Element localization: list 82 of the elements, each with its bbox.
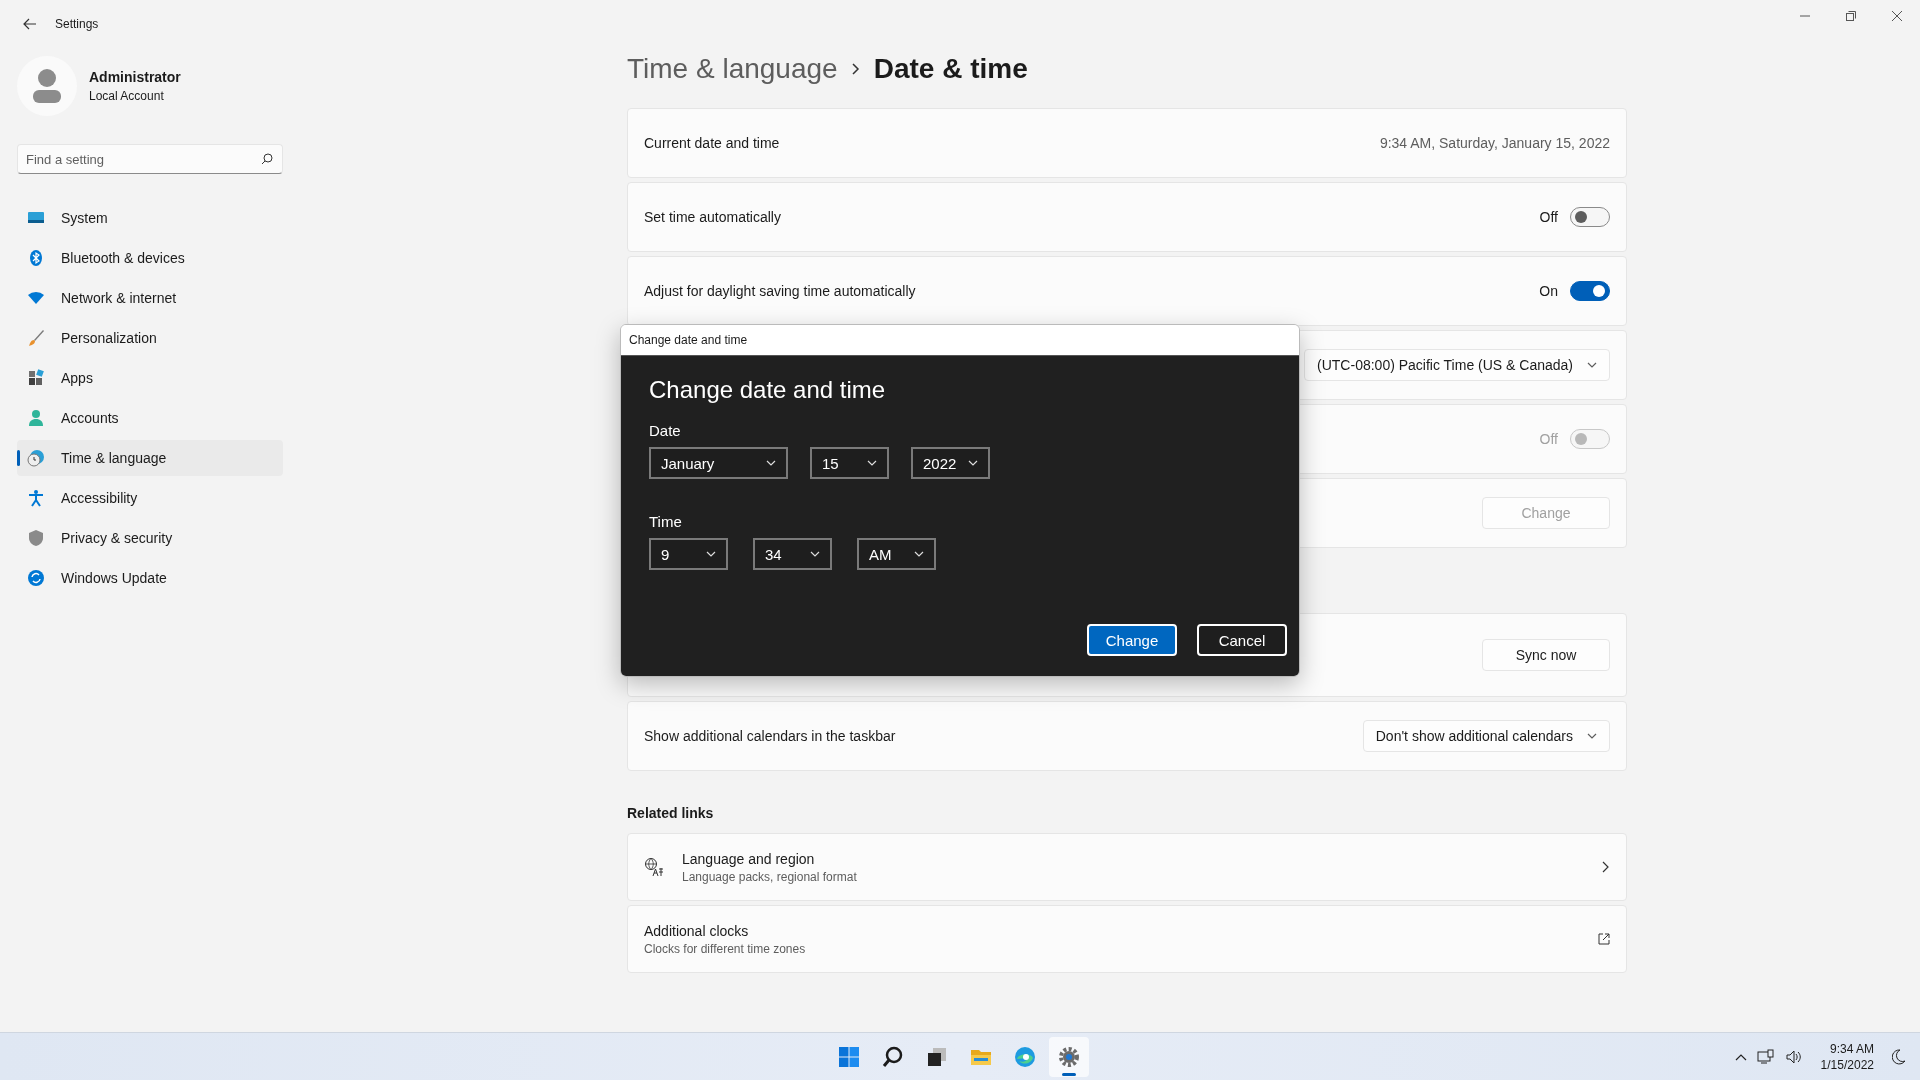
brush-icon bbox=[27, 329, 45, 347]
breadcrumb-parent[interactable]: Time & language bbox=[627, 53, 838, 85]
speaker-icon[interactable] bbox=[1784, 1048, 1803, 1065]
setting-label: Current date and time bbox=[644, 135, 780, 151]
taskbar-clock[interactable]: 9:34 AM 1/15/2022 bbox=[1820, 1041, 1874, 1072]
setting-label: Adjust for daylight saving time automatically bbox=[644, 283, 916, 299]
nav-item[interactable]: Windows Update bbox=[17, 560, 283, 596]
network-icon[interactable] bbox=[1756, 1048, 1775, 1065]
dropdown[interactable]: (UTC-08:00) Pacific Time (US & Canada) bbox=[1304, 349, 1610, 381]
chevron-down-icon bbox=[1587, 733, 1597, 739]
accessibility-icon bbox=[27, 489, 45, 507]
gear-icon bbox=[1057, 1044, 1081, 1069]
toggle-state-text: On bbox=[1539, 283, 1558, 299]
date-select[interactable]: 15 bbox=[810, 447, 889, 479]
restore-icon bbox=[1846, 11, 1856, 21]
account-type: Local Account bbox=[89, 89, 165, 103]
link-card[interactable]: Additional clocks Clocks for different time zones bbox=[627, 905, 1627, 973]
link-title: Language and region bbox=[682, 850, 816, 867]
time-select[interactable]: 9 bbox=[649, 538, 728, 570]
chevron-down-icon bbox=[810, 551, 820, 557]
update-icon bbox=[27, 569, 45, 587]
apps-icon bbox=[27, 369, 45, 387]
toggle-switch[interactable] bbox=[1570, 207, 1610, 227]
chevron-right-icon bbox=[1602, 861, 1610, 873]
search-icon bbox=[881, 1044, 905, 1069]
nav-item[interactable]: System bbox=[17, 200, 283, 236]
toggle-state-text: Off bbox=[1539, 209, 1558, 225]
person-icon bbox=[27, 409, 45, 427]
dialog-heading: Change date and time bbox=[649, 376, 887, 404]
link-title: Additional clocks bbox=[644, 922, 750, 939]
section-heading: Related links bbox=[627, 805, 715, 821]
nav-item[interactable]: Personalization bbox=[17, 320, 283, 356]
language-icon bbox=[644, 857, 664, 877]
search-field[interactable]: Find a setting bbox=[17, 144, 283, 174]
chevron-down-icon bbox=[867, 460, 877, 466]
moon-icon[interactable] bbox=[1892, 1048, 1906, 1065]
link-subtitle: Language packs, regional format bbox=[682, 869, 858, 884]
back-arrow-icon[interactable] bbox=[23, 18, 37, 30]
setting-label: Show additional calendars in the taskbar bbox=[644, 728, 896, 744]
link-subtitle: Clocks for different time zones bbox=[644, 941, 807, 956]
nav-item[interactable]: Network & internet bbox=[17, 280, 283, 316]
bluetooth-icon bbox=[27, 249, 45, 267]
nav-item[interactable]: Accessibility bbox=[17, 480, 283, 516]
minimize-icon bbox=[1800, 15, 1810, 17]
chevron-down-icon bbox=[914, 551, 924, 557]
shield-icon bbox=[27, 529, 45, 547]
account-name: Administrator bbox=[89, 69, 181, 85]
globe-clock-icon bbox=[27, 449, 45, 467]
time-select[interactable]: AM bbox=[857, 538, 936, 570]
toggle-state-text: Off bbox=[1539, 431, 1558, 447]
chevron-down-icon bbox=[1587, 362, 1597, 368]
link-card[interactable]: Language and region Language packs, regional format bbox=[627, 833, 1627, 901]
date-select[interactable]: January bbox=[649, 447, 788, 479]
chevron-down-icon bbox=[766, 460, 776, 466]
search-icon bbox=[261, 153, 273, 165]
chevron-right-icon bbox=[851, 63, 860, 75]
windows-logo-icon bbox=[837, 1044, 861, 1069]
chevron-down-icon bbox=[968, 460, 978, 466]
window-title: Settings bbox=[55, 17, 99, 31]
nav-item[interactable]: Bluetooth & devices bbox=[17, 240, 283, 276]
cancel-button[interactable]: Cancel bbox=[1197, 624, 1287, 656]
field-label: Date bbox=[649, 422, 682, 439]
nav-item[interactable]: Privacy & security bbox=[17, 520, 283, 556]
change-button[interactable]: Change bbox=[1087, 624, 1177, 656]
dialog-title: Change date and time bbox=[629, 333, 748, 347]
sync-button[interactable]: Sync now bbox=[1482, 639, 1610, 671]
external-link-icon bbox=[1598, 933, 1610, 945]
close-icon bbox=[1892, 11, 1902, 21]
nav-item[interactable]: Accounts bbox=[17, 400, 283, 436]
setting-label: Set time automatically bbox=[644, 209, 781, 225]
dropdown[interactable]: Don't show additional calendars bbox=[1362, 720, 1610, 752]
date-select[interactable]: 2022 bbox=[911, 447, 990, 479]
nav-item[interactable]: Apps bbox=[17, 360, 283, 396]
browser-icon bbox=[1013, 1044, 1037, 1069]
toggle-switch[interactable] bbox=[1570, 281, 1610, 301]
page-title: Date & time bbox=[873, 53, 1028, 85]
current-date-time: 9:34 AM, Saturday, January 15, 2022 bbox=[1379, 135, 1610, 151]
chevron-down-icon bbox=[706, 551, 716, 557]
time-select[interactable]: 34 bbox=[753, 538, 832, 570]
nav-item[interactable]: Time & language bbox=[17, 440, 283, 476]
field-label: Time bbox=[649, 513, 683, 530]
chevron-up-icon[interactable] bbox=[1734, 1052, 1747, 1061]
